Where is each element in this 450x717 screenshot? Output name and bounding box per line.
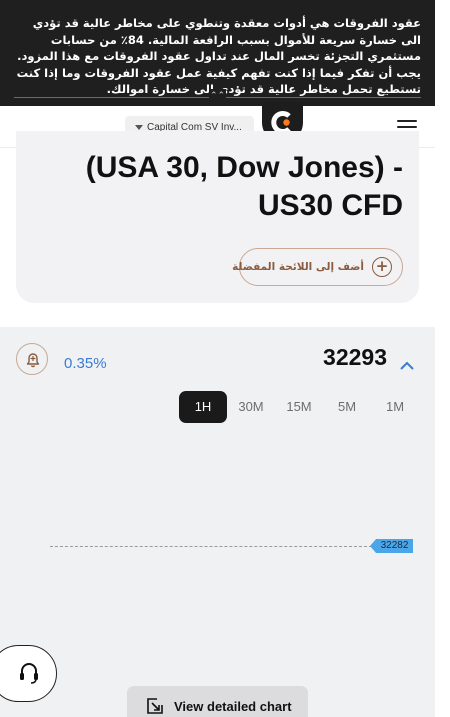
add-to-favorites-button[interactable]: أضف إلى اللائحة المفضلة +: [232, 248, 403, 286]
risk-warning-text: عقود الفروقات هي أدوات معقدة وتنطوي على …: [16, 16, 421, 96]
chart-section: 0.35% 32293 1H 30M 15M 5M 1M 32282: [0, 327, 435, 717]
bell-plus-icon[interactable]: [16, 343, 48, 375]
instrument-title: (USA 30, Dow Jones) - US30 CFD: [85, 151, 403, 222]
view-detailed-chart-label: View detailed chart: [174, 699, 292, 714]
timeframe-1m[interactable]: 1M: [371, 391, 419, 423]
add-to-favorites-label: أضف إلى اللائحة المفضلة: [232, 261, 364, 273]
expand-chart-icon: [147, 698, 163, 714]
timeframe-5m[interactable]: 5M: [323, 391, 371, 423]
risk-warning-banner: عقود الفروقات هي أدوات معقدة وتنطوي على …: [0, 0, 435, 106]
current-price-tag: 32282: [370, 539, 413, 553]
double-chevron-up-icon[interactable]: ⌃⌃: [209, 89, 226, 104]
headset-icon: [20, 663, 38, 684]
price-chart[interactable]: 32282: [0, 437, 435, 667]
current-price-line: [50, 546, 372, 547]
caret-down-icon: [135, 124, 143, 130]
current-price: 32293: [323, 344, 387, 370]
app-viewport: عقود الفروقات هي أدوات معقدة وتنطوي على …: [0, 0, 435, 717]
chevron-up-icon[interactable]: [399, 357, 415, 370]
support-chat-button[interactable]: [0, 645, 57, 702]
plus-circle-icon: +: [372, 257, 392, 277]
timeframe-15m[interactable]: 15M: [275, 391, 323, 423]
timeframe-30m[interactable]: 30M: [227, 391, 275, 423]
view-detailed-chart-button[interactable]: View detailed chart: [127, 686, 308, 717]
timeframe-1h[interactable]: 1H: [179, 391, 227, 423]
price-change-percent: 0.35%: [64, 355, 107, 372]
instrument-hero: (USA 30, Dow Jones) - US30 CFD أضف إلى ا…: [16, 131, 419, 303]
